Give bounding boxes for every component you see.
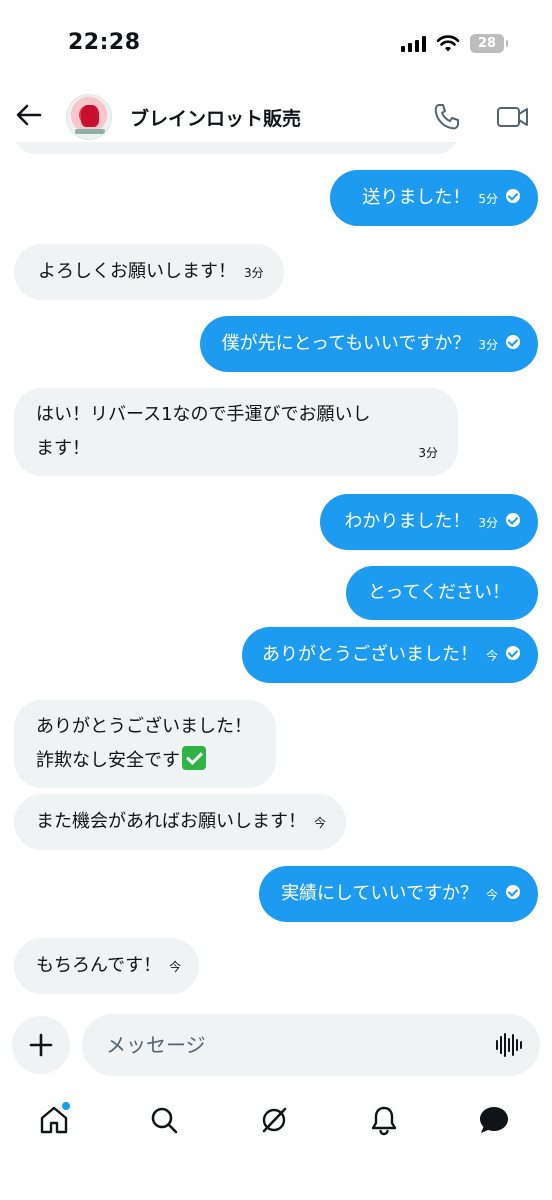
message-bubble-incoming[interactable]: よろしくお願いします！ 3分	[14, 244, 284, 300]
bell-icon	[371, 1106, 397, 1136]
message-text: 詐欺なし安全です	[36, 750, 180, 771]
status-bar: 22:28 28	[0, 0, 552, 90]
conversation-header: ブレインロット販売	[0, 90, 552, 142]
message-text: わかりました！	[344, 511, 471, 532]
message-time: 3分	[478, 338, 498, 352]
battery-icon: 28	[470, 34, 508, 53]
status-time: 22:28	[68, 30, 141, 55]
message-bubble-outgoing[interactable]: ありがとうございました！ 今	[241, 627, 538, 683]
message-composer	[0, 1014, 552, 1078]
contact-avatar[interactable]	[66, 94, 112, 140]
message-text: ます！	[36, 438, 90, 459]
message-bubble-incoming[interactable]: はい！リバース1なので手運びでお願いし ます！ 3分	[14, 388, 458, 476]
bottom-navigation	[0, 1090, 552, 1150]
battery-level: 28	[477, 36, 497, 51]
back-button[interactable]	[14, 100, 44, 130]
message-text: 送りました！	[362, 187, 471, 208]
message-time: 今	[314, 816, 327, 830]
message-bubble-incoming[interactable]: また機会があればお願いします！ 今	[14, 794, 347, 850]
call-button[interactable]	[432, 102, 462, 132]
message-bubble-outgoing[interactable]: 実績にしていいですか？ 今	[259, 866, 538, 922]
wifi-icon	[436, 34, 460, 51]
message-text-line-2: ます！ 3分	[36, 432, 438, 466]
message-time: 今	[485, 649, 498, 663]
nav-notifications[interactable]	[362, 1098, 406, 1142]
nav-messages[interactable]	[472, 1098, 516, 1142]
message-input[interactable]	[82, 1014, 540, 1076]
message-text: もちろんです！	[36, 955, 162, 976]
read-receipt-icon	[506, 646, 520, 660]
message-time: 今	[169, 960, 182, 974]
phone-icon	[434, 104, 459, 130]
message-bubble-outgoing[interactable]: とってください！	[345, 566, 538, 620]
message-text: ありがとうございました！	[261, 644, 478, 665]
message-time: 5分	[478, 192, 498, 206]
message-time: 3分	[478, 516, 498, 530]
cellular-signal-icon	[401, 35, 426, 52]
voice-message-button[interactable]	[496, 1032, 524, 1058]
message-bubble-outgoing[interactable]: 送りました！ 5分	[330, 170, 538, 226]
notification-dot	[62, 1102, 70, 1110]
read-receipt-icon	[506, 189, 520, 203]
message-text: よろしくお願いします！	[38, 261, 236, 282]
message-text-line-2: 詐欺なし安全です	[36, 744, 252, 778]
message-text: 僕が先にとってもいいですか？	[221, 333, 471, 354]
nav-grok[interactable]	[252, 1098, 296, 1142]
dm-screen: 22:28 28 ブレインロット販売 送りました！ 5分 よろしくお願いします！…	[0, 0, 552, 1200]
message-text-line: はい！リバース1なので手運びでお願いし	[36, 404, 371, 425]
nav-search[interactable]	[142, 1098, 186, 1142]
message-text: 実績にしていいですか？	[281, 883, 478, 904]
messages-icon	[480, 1107, 508, 1133]
check-mark-button-emoji	[182, 746, 206, 770]
message-text-line: ありがとうございました！	[36, 716, 252, 737]
message-text: とってください！	[367, 582, 510, 603]
plus-icon	[29, 1033, 53, 1057]
grok-icon	[262, 1107, 287, 1133]
message-bubble-outgoing[interactable]: わかりました！ 3分	[320, 494, 538, 550]
search-icon	[151, 1107, 178, 1134]
message-bubble-outgoing[interactable]: 僕が先にとってもいいですか？ 3分	[199, 316, 538, 372]
contact-name[interactable]: ブレインロット販売	[130, 104, 301, 131]
video-camera-icon	[497, 107, 528, 127]
add-attachment-button[interactable]	[12, 1016, 70, 1074]
message-list[interactable]: 送りました！ 5分 よろしくお願いします！ 3分 僕が先にとってもいいですか？ 3分 …	[0, 142, 552, 1004]
status-indicators: 28	[401, 34, 508, 53]
message-time: 3分	[418, 446, 438, 460]
read-receipt-icon	[506, 335, 520, 349]
read-receipt-icon	[506, 513, 520, 527]
message-time: 今	[485, 888, 498, 902]
read-receipt-icon	[506, 885, 520, 899]
message-bubble-incoming[interactable]: もちろんです！ 今	[14, 938, 200, 994]
arrow-left-icon	[16, 104, 42, 126]
message-bubble-incoming[interactable]: ありがとうございました！ 詐欺なし安全です	[14, 700, 276, 788]
message-time: 3分	[244, 266, 264, 280]
message-text: また機会があればお願いします！	[36, 811, 306, 832]
message-bubble-incoming[interactable]	[14, 142, 458, 154]
nav-home[interactable]	[32, 1098, 76, 1142]
video-call-button[interactable]	[496, 103, 530, 131]
